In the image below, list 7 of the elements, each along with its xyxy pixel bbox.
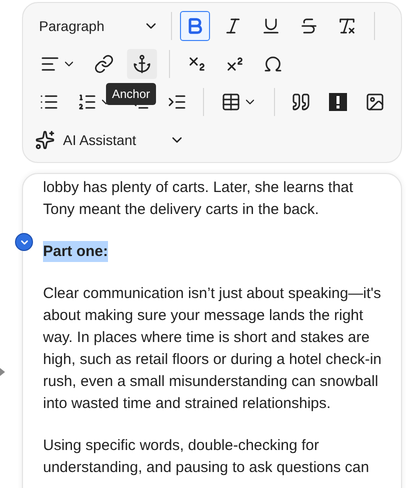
paragraph-text: Clear communication isn’t just about speaking—it's about making sure your message lands the right way. In places where time is short and stakes are high, such as retail floors or during a hotel check-in rush, even a small misunderstanding can snowball into wasted time and strained relationships.: [43, 284, 383, 414]
tooltip: Anchor: [106, 83, 156, 105]
heading-text: Part one:: [43, 241, 108, 262]
paragraph-text: lobby has plenty of carts. Later, she learns that Tony meant the delivery carts in the back.: [43, 178, 354, 220]
paragraph-text: Using specific words, double-checking for understanding, and pausing to ask questions can: [43, 436, 370, 478]
block-format-dropdown[interactable]: Paragraph: [35, 11, 163, 41]
ai-assistant-dropdown[interactable]: AI Assistant: [35, 125, 185, 155]
